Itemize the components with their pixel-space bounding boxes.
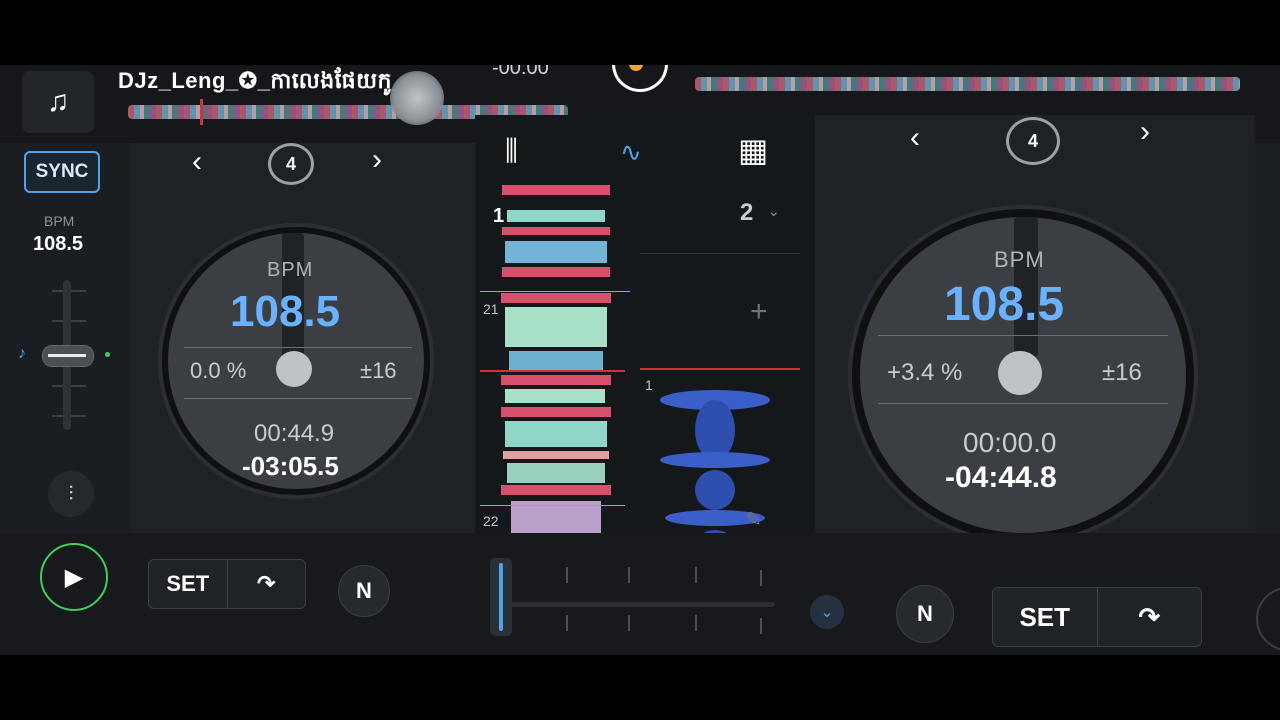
bpm-label: BPM	[44, 213, 75, 229]
track-title: DJz_Leng_✪_កាលេងផែយកូ_...	[118, 68, 425, 93]
left-set-group: SET ↷	[148, 559, 306, 609]
crossfader-tick	[566, 615, 568, 631]
pencil-icon[interactable]: ✎	[745, 507, 762, 532]
right-platter-bpm-label: BPM	[994, 247, 1045, 272]
key-lock-icon[interactable]: ♪	[18, 345, 26, 363]
right-deck-number[interactable]: 2	[740, 199, 753, 227]
right-cue-marker: 1	[645, 377, 653, 393]
top-time-readout: -00:00	[492, 65, 549, 79]
left-platter-bpm: 108.5	[230, 287, 341, 336]
left-bar-marker: 21	[483, 301, 499, 317]
tempo-fader-line	[48, 354, 86, 357]
waveform-icon[interactable]: ∿	[620, 137, 642, 168]
left-playhead-line	[480, 370, 625, 372]
right-overview-waveform[interactable]	[695, 77, 1240, 91]
left-elapsed-time: 00:44.9	[254, 420, 335, 447]
left-overview-playhead	[200, 99, 203, 125]
loop-size-button[interactable]: 4	[268, 143, 314, 185]
sync-button[interactable]: SYNC	[24, 151, 100, 193]
left-platter-bpm-label: BPM	[267, 259, 314, 281]
bpm-value: 108.5	[33, 233, 84, 255]
loop-next-chevron-icon[interactable]: ›	[372, 143, 382, 177]
crossfader-indicator	[499, 563, 503, 631]
right-scrolling-waveform[interactable]	[655, 370, 785, 550]
right-remaining-time: -04:44.8	[945, 461, 1057, 494]
platter-divider	[184, 398, 412, 399]
add-icon[interactable]: +	[750, 295, 768, 329]
left-remaining-time: -03:05.5	[242, 451, 339, 481]
left-pitch: 0.0 %	[190, 358, 247, 383]
crossfader-tick	[695, 567, 697, 583]
crossfader-tick	[760, 570, 762, 586]
overview-scrub-handle[interactable]	[390, 71, 444, 125]
music-note-icon: ♫	[46, 85, 70, 118]
dj-app: ♫ DJz_Leng_✪_កាលេងផែយកូ_... -00:00 SYNC …	[0, 65, 1280, 655]
chevron-down-icon[interactable]: ⌄	[810, 595, 844, 629]
crossfader-tick	[628, 567, 630, 583]
left-cue-marker: 1	[493, 205, 505, 227]
right-pitch: +3.4 %	[887, 359, 963, 386]
beat-marker-line	[480, 291, 630, 292]
mixer-sliders-icon[interactable]: ⫶	[48, 471, 94, 517]
beat-marker-line	[480, 505, 625, 506]
play-icon: ▶	[64, 563, 84, 591]
music-library-button[interactable]: ♫	[22, 71, 94, 133]
left-platter-center[interactable]	[276, 351, 312, 387]
platter-divider	[184, 347, 412, 348]
right-grid-line	[640, 253, 800, 254]
loop-prev-chevron-icon[interactable]: ‹	[910, 121, 920, 155]
right-pitch-range[interactable]: ±16	[1102, 359, 1142, 387]
crossfader-tick	[628, 615, 630, 631]
crossfader-track[interactable]	[500, 602, 775, 607]
left-neural-mix-button[interactable]: N	[338, 565, 390, 617]
chevron-down-icon[interactable]: ⌄	[768, 203, 780, 220]
loop-next-chevron-icon[interactable]: ›	[1140, 115, 1150, 149]
right-neural-mix-button[interactable]: N	[896, 585, 954, 643]
right-jump-icon[interactable]: ↷	[1098, 588, 1202, 646]
right-platter-center[interactable]	[998, 351, 1042, 395]
left-pitch-range[interactable]: ±16	[360, 358, 397, 384]
left-scrolling-waveform[interactable]	[497, 185, 615, 545]
crossfader-tick	[695, 615, 697, 631]
left-jump-icon[interactable]: ↷	[228, 560, 306, 608]
tempo-indicator-dot	[105, 352, 110, 357]
right-platter-bpm: 108.5	[944, 278, 1065, 331]
play-button[interactable]: ▶	[40, 543, 108, 611]
right-elapsed-time: 00:00.0	[963, 427, 1057, 458]
platter-divider	[878, 335, 1168, 336]
left-bar-marker: 22	[483, 513, 499, 529]
left-set-button[interactable]: SET	[149, 560, 228, 608]
right-set-button[interactable]: SET	[993, 588, 1098, 646]
platter-divider	[878, 403, 1168, 404]
right-set-group: SET ↷	[992, 587, 1202, 647]
crossfader-tick	[760, 618, 762, 634]
loop-size-button[interactable]: 4	[1006, 117, 1060, 165]
loop-prev-chevron-icon[interactable]: ‹	[192, 145, 202, 179]
grid-icon[interactable]: ▦	[738, 131, 768, 169]
mixer-icon[interactable]: ⫼	[505, 135, 518, 168]
crossfader-tick	[566, 567, 568, 583]
